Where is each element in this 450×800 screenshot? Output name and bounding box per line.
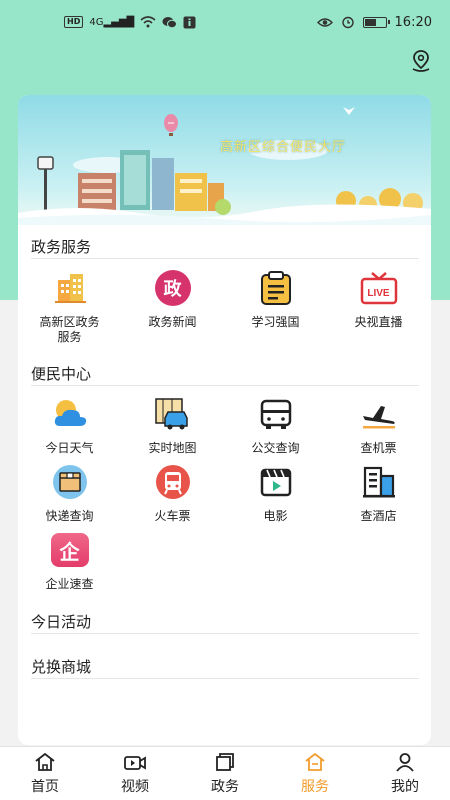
service-home-icon [305, 752, 325, 771]
status-bar: HD 4G▂▄▆█ 16:20 [0, 0, 450, 44]
grid-item-label: 今日天气 [45, 441, 94, 455]
tab-label: 我的 [391, 778, 419, 795]
grid-item-label: 实时地图 [148, 441, 197, 455]
tab-home[interactable]: 首页 [0, 747, 90, 800]
grid-item-cctv-live[interactable]: LIVE 央视直播 [327, 267, 430, 330]
clipboard-icon [255, 267, 297, 309]
map-car-icon [152, 393, 194, 435]
grid-item-flight[interactable]: 查机票 [327, 393, 430, 456]
gov-news-badge: 政 [154, 270, 191, 306]
grid-item-gov-news[interactable]: 政 政务新闻 [121, 267, 224, 330]
grid-item-label: 学习强国 [251, 315, 300, 329]
hotel-icon [358, 461, 400, 503]
grid-item-express[interactable]: 快递查询 [18, 461, 121, 524]
profile-icon [396, 752, 414, 772]
info-icon [183, 16, 196, 28]
grid-item-label: 电影 [263, 509, 288, 523]
main-card: 高新区综合便民大厅 政务服务 高新区政务服务 政 政务新闻 学习强国 LIVE … [18, 95, 431, 745]
eye-icon [316, 17, 333, 27]
grid-item-label: 政务新闻 [148, 315, 197, 329]
parcel-icon [49, 461, 91, 503]
train-icon [152, 461, 194, 503]
tab-video[interactable]: 视频 [90, 747, 180, 800]
grid-item-train[interactable]: 火车票 [121, 461, 224, 524]
grid-item-label: 企业速查 [45, 577, 94, 591]
enterprise-icon: 企 [49, 529, 91, 571]
grid-item-label: 央视直播 [354, 315, 403, 329]
grid-item-study[interactable]: 学习强国 [224, 267, 327, 330]
hd-indicator: HD [64, 16, 84, 28]
divider [31, 678, 419, 679]
grid-item-weather[interactable]: 今日天气 [18, 393, 121, 456]
weather-icon [49, 393, 91, 435]
home-icon [35, 752, 55, 771]
city-illustration [18, 107, 431, 225]
banner-title: 高新区综合便民大厅 [220, 140, 347, 155]
banner[interactable]: 高新区综合便民大厅 [18, 95, 431, 225]
enterprise-badge: 企 [50, 533, 89, 567]
battery-icon [362, 16, 390, 28]
grid-item-realtime-map[interactable]: 实时地图 [121, 393, 224, 456]
tab-label: 视频 [121, 778, 149, 795]
grid-item-label: 高新区政务服务 [39, 315, 100, 344]
gov-news-icon: 政 [152, 267, 194, 309]
airplane-icon [358, 393, 400, 435]
grid-item-hotel[interactable]: 查酒店 [327, 461, 430, 524]
wechat-icon [162, 16, 178, 28]
tab-label: 政务 [211, 778, 239, 795]
documents-icon [216, 752, 234, 771]
alarm-icon [341, 16, 354, 29]
grid-item-movie[interactable]: 电影 [224, 461, 327, 524]
status-left: HD 4G▂▄▆█ [64, 16, 196, 29]
grid-item-label: 公交查询 [251, 441, 300, 455]
grid-item-label: 火车票 [154, 509, 191, 523]
live-tv-icon: LIVE [358, 267, 400, 309]
tab-service[interactable]: 服务 [270, 747, 360, 800]
grid-item-label: 查机票 [360, 441, 397, 455]
movie-icon [255, 461, 297, 503]
signal-icon: 4G▂▄▆█ [89, 16, 135, 28]
tab-label: 首页 [31, 778, 59, 795]
tab-label: 服务 [301, 778, 329, 795]
live-badge: LIVE [367, 287, 390, 299]
status-right: 16:20 [316, 14, 432, 30]
status-time: 16:20 [394, 14, 432, 30]
grid-item-enterprise[interactable]: 企 企业速查 [18, 529, 121, 592]
divider [31, 385, 419, 386]
tab-government[interactable]: 政务 [180, 747, 270, 800]
grid-item-gov-services[interactable]: 高新区政务服务 [18, 267, 121, 345]
divider [31, 633, 419, 634]
tab-profile[interactable]: 我的 [360, 747, 450, 800]
building-icon [49, 267, 91, 309]
wifi-icon [140, 16, 156, 28]
video-icon [124, 755, 146, 770]
bottom-tab-bar: 首页 视频 政务 服务 我的 [0, 746, 450, 800]
divider [31, 258, 419, 259]
location-pin-icon[interactable] [408, 48, 434, 74]
bus-icon [255, 393, 297, 435]
grid-item-label: 快递查询 [45, 509, 94, 523]
grid-item-bus[interactable]: 公交查询 [224, 393, 327, 456]
grid-item-label: 查酒店 [360, 509, 397, 523]
